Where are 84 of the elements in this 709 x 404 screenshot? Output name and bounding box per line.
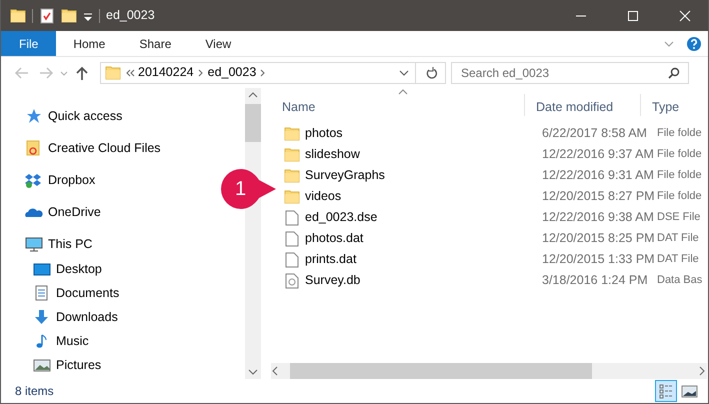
type-cell-text: File folde xyxy=(657,168,703,184)
vertical-scrollbar[interactable] xyxy=(245,88,261,379)
file-icon xyxy=(284,230,300,246)
properties-icon[interactable] xyxy=(39,8,55,24)
dropbox-icon xyxy=(25,172,43,188)
details-view-icon xyxy=(658,382,674,400)
date-cell-text: 12/22/2016 9:31 AM xyxy=(541,167,655,184)
breadcrumb[interactable]: ed_0023 xyxy=(204,63,260,82)
date-cell-text: 12/22/2016 9:37 AM xyxy=(541,146,655,164)
scroll-right-icon[interactable] xyxy=(697,366,707,376)
large-icons-view-icon xyxy=(680,382,698,400)
column-header[interactable]: Type xyxy=(641,88,701,121)
sidebar-item[interactable]: Dropbox xyxy=(1,170,102,190)
file-name[interactable]: Survey.db xyxy=(305,271,360,290)
file-name[interactable]: photos xyxy=(305,124,343,143)
date-cell-text: 12/20/2015 1:33 PM xyxy=(541,251,656,268)
date-cell-text: 12/20/2015 8:25 PM xyxy=(541,230,656,248)
type-cell-text: File folde xyxy=(657,189,703,204)
download-icon xyxy=(33,309,51,325)
date-cell-text: 12/22/2016 9:38 AM xyxy=(541,209,655,226)
column-header[interactable]: Name xyxy=(271,88,524,121)
star-icon xyxy=(25,108,43,124)
window-title: ed_0023 xyxy=(106,7,155,24)
file-icon xyxy=(284,210,300,226)
back-icon xyxy=(14,64,30,80)
file-icon xyxy=(284,252,300,268)
type-cell-text: DSE File xyxy=(657,210,702,226)
sidebar-item[interactable]: Documents xyxy=(1,283,126,303)
scroll-thumb[interactable] xyxy=(290,363,592,379)
file-tab[interactable]: File xyxy=(1,31,56,56)
type-cell-text: File folde xyxy=(657,147,703,162)
search-icon[interactable] xyxy=(668,66,680,78)
sidebar-item[interactable]: Music xyxy=(1,331,95,351)
sidebar-item[interactable]: Pictures xyxy=(1,355,108,375)
computer-icon xyxy=(25,236,43,252)
date-cell-text: 6/22/2017 8:58 AM xyxy=(541,125,648,142)
up-icon xyxy=(74,64,90,80)
date-cell-text: 3/18/2016 1:24 PM xyxy=(541,272,649,290)
folder-icon xyxy=(105,64,121,80)
sidebar-item[interactable]: Quick access xyxy=(1,106,128,126)
folder-icon xyxy=(284,146,300,162)
scroll-left-icon[interactable] xyxy=(271,366,279,376)
type-cell-text: File folde xyxy=(657,126,703,142)
type-cell-text: DAT File xyxy=(657,252,700,268)
file-name[interactable]: videos xyxy=(305,187,342,206)
close-icon xyxy=(679,10,691,22)
sidebar-item[interactable]: This PC xyxy=(1,234,98,254)
scroll-thumb[interactable] xyxy=(245,104,261,142)
sidebar-item[interactable]: Creative Cloud Files xyxy=(1,138,167,158)
search-field[interactable]: Search ed_0023 xyxy=(451,62,689,84)
chevron-right-icon[interactable] xyxy=(196,66,205,78)
breadcrumb[interactable]: 20140224 xyxy=(135,63,197,82)
pictures-icon xyxy=(33,357,51,373)
type-cell-text: Data Bas xyxy=(657,273,704,288)
callout-marker: 1 xyxy=(221,168,277,210)
sidebar-item[interactable]: Downloads xyxy=(1,307,124,327)
chevron-right-icon[interactable] xyxy=(259,66,268,78)
folder-icon xyxy=(284,126,300,142)
maximize-icon xyxy=(627,10,639,22)
type-cell-text: DAT File xyxy=(657,231,700,246)
overflow-chevron-icon[interactable] xyxy=(125,66,135,78)
date-cell-text: 12/20/2015 8:27 PM xyxy=(541,188,656,206)
file-name[interactable]: prints.dat xyxy=(305,250,356,269)
folder-icon xyxy=(284,168,300,184)
ribbon-tab[interactable]: Home xyxy=(56,31,122,56)
address-bar[interactable]: 20140224 ed_0023 xyxy=(100,62,446,84)
column-header[interactable]: Date modified xyxy=(525,88,640,121)
desktop-icon xyxy=(33,261,51,277)
sidebar-item[interactable]: Desktop xyxy=(1,259,108,279)
sidebar-item[interactable]: OneDrive xyxy=(1,202,107,222)
file-name[interactable]: slideshow xyxy=(305,145,360,164)
refresh-icon xyxy=(424,66,436,80)
file-name[interactable]: ed_0023.dse xyxy=(305,208,378,227)
file-name[interactable]: photos.dat xyxy=(305,229,364,248)
folder-icon xyxy=(284,188,300,204)
database-file-icon xyxy=(284,272,300,288)
ribbon-tab[interactable]: View xyxy=(188,31,248,56)
new-folder-icon[interactable] xyxy=(61,8,77,24)
horizontal-scrollbar[interactable] xyxy=(271,363,707,379)
ribbon-tab[interactable]: Share xyxy=(122,31,188,56)
item-count: 8 items xyxy=(15,383,54,400)
file-name[interactable]: SurveyGraphs xyxy=(305,166,385,185)
folder-icon xyxy=(10,8,26,24)
forward-icon xyxy=(38,64,54,80)
